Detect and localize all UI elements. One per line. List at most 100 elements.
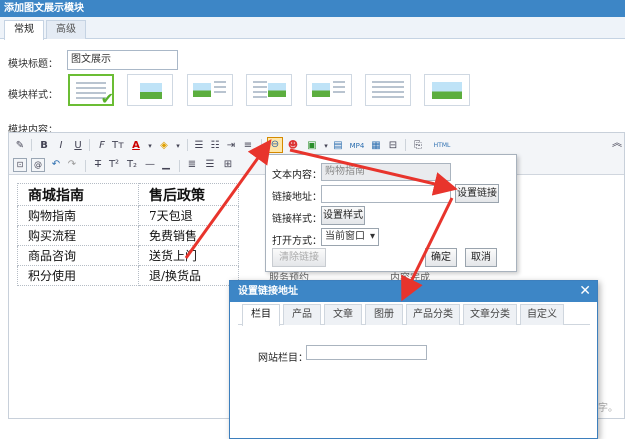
- tab-product[interactable]: 产品: [283, 304, 321, 325]
- link-icon[interactable]: ⊖: [268, 138, 282, 152]
- table-cell[interactable]: 送货上门: [138, 245, 239, 266]
- hr-icon[interactable]: ⊟: [386, 139, 400, 153]
- table-cell[interactable]: 购物指南: [17, 205, 139, 226]
- link-url-label: 链接地址：: [272, 192, 322, 203]
- line-icon[interactable]: —: [143, 158, 157, 172]
- dropdown-arrow-icon[interactable]: ▾: [171, 139, 185, 153]
- tab-advanced[interactable]: 高级: [46, 20, 86, 39]
- font-family-icon[interactable]: F: [95, 139, 109, 153]
- ok-button[interactable]: 确定: [425, 248, 457, 267]
- superscript-icon[interactable]: T²: [107, 158, 121, 172]
- landscape-icon: [312, 83, 330, 97]
- ordered-list-icon[interactable]: ☰: [192, 139, 206, 153]
- table-cell[interactable]: 退/换货品: [138, 265, 239, 286]
- align-left-icon[interactable]: ≣: [185, 158, 199, 172]
- font-color-icon[interactable]: A: [129, 139, 143, 153]
- collapse-toolbar-icon[interactable]: ︽: [610, 137, 624, 151]
- html-icon[interactable]: HTML: [433, 139, 451, 153]
- underline-icon[interactable]: U: [71, 139, 85, 153]
- remove-link-button[interactable]: 清除链接: [272, 248, 326, 267]
- set-link-dialog: 设置链接地址 ✕ 栏目 产品 文章 图册 产品分类 文章分类 自定义 网站栏目：: [229, 280, 598, 439]
- style-thumb-image-left[interactable]: [127, 74, 173, 106]
- style-thumb-lines[interactable]: ✔: [68, 74, 114, 108]
- check-icon: ✔: [100, 89, 114, 108]
- open-mode-select[interactable]: 当前窗口 ▾: [321, 228, 379, 246]
- eraser-icon[interactable]: ✎: [13, 139, 27, 153]
- justify-icon[interactable]: ≡: [241, 139, 255, 153]
- link-text-label: 文本内容：: [272, 170, 322, 181]
- tab-article[interactable]: 文章: [324, 304, 362, 325]
- dialog-title: 设置链接地址: [230, 281, 597, 302]
- table-cell[interactable]: 商品咨询: [17, 245, 139, 266]
- tab-product-category[interactable]: 产品分类: [406, 304, 460, 325]
- tab-general[interactable]: 常规: [4, 20, 44, 40]
- subscript-icon[interactable]: T₂: [125, 158, 139, 172]
- landscape-icon: [193, 83, 211, 97]
- landscape-icon: [140, 83, 162, 99]
- strikethrough-icon[interactable]: T: [91, 158, 105, 172]
- table-cell[interactable]: 积分使用: [17, 265, 139, 286]
- table-row: 商城指南 售后政策: [17, 183, 239, 206]
- dropdown-arrow-icon[interactable]: ▾: [143, 139, 157, 153]
- open-mode-label: 打开方式：: [272, 236, 322, 247]
- undo-icon[interactable]: ↶: [49, 158, 63, 172]
- site-column-select[interactable]: [306, 345, 427, 360]
- bold-icon[interactable]: B: [37, 139, 51, 153]
- tab-album[interactable]: 图册: [365, 304, 403, 325]
- select-all-icon[interactable]: @: [31, 158, 45, 172]
- media-icon[interactable]: MP4: [348, 139, 366, 153]
- thumb-lines: [214, 81, 226, 96]
- set-link-button[interactable]: 设置链接: [455, 184, 499, 203]
- thumb-lines: [333, 81, 345, 96]
- toolbar-separator: [89, 139, 90, 151]
- indent-icon[interactable]: ⇥: [224, 139, 238, 153]
- char-count-note: 字。: [598, 403, 618, 414]
- template-icon[interactable]: ⎘: [411, 139, 425, 153]
- toolbar-separator: [405, 139, 406, 151]
- close-icon[interactable]: ✕: [579, 281, 591, 302]
- style-thumb-image-left-lines[interactable]: [187, 74, 233, 106]
- thumb-lines: [372, 81, 404, 101]
- unordered-list-icon[interactable]: ☷: [208, 139, 222, 153]
- style-thumb-image-left-lines-2[interactable]: [306, 74, 352, 106]
- set-style-button[interactable]: 设置样式: [321, 206, 365, 225]
- flash-icon[interactable]: ▤: [331, 139, 345, 153]
- font-size-icon[interactable]: Tт: [111, 139, 125, 153]
- align-right-icon[interactable]: ⊞: [221, 158, 235, 172]
- module-title-label: 模块标题：: [8, 59, 58, 70]
- toolbar-separator: [31, 139, 32, 151]
- table-header-cell[interactable]: 售后政策: [138, 183, 239, 206]
- style-thumb-image-top-lines[interactable]: [365, 74, 411, 106]
- toolbar-separator: [261, 139, 262, 151]
- table-icon[interactable]: ▦: [369, 139, 383, 153]
- table-row: 购买流程 免费销售: [17, 225, 239, 246]
- landscape-icon: [268, 83, 286, 97]
- highlight-icon[interactable]: ◈: [157, 139, 171, 153]
- table-row: 积分使用 退/换货品: [17, 265, 239, 286]
- table-header-cell[interactable]: 商城指南: [17, 183, 139, 206]
- fullscreen-icon[interactable]: ⊡: [13, 158, 27, 172]
- table-cell[interactable]: 免费销售: [138, 225, 239, 246]
- image-icon[interactable]: ▣: [305, 139, 319, 153]
- emoticon-icon[interactable]: ☻: [286, 139, 300, 153]
- link-url-input[interactable]: [321, 185, 451, 203]
- table-cell[interactable]: 购买流程: [17, 225, 139, 246]
- align-center-icon[interactable]: ☰: [203, 158, 217, 172]
- dialog-tab-bar: 栏目 产品 文章 图册 产品分类 文章分类 自定义: [238, 303, 590, 326]
- style-thumb-image-wide[interactable]: [424, 74, 470, 106]
- tab-column[interactable]: 栏目: [242, 304, 280, 326]
- redo-icon[interactable]: ↷: [65, 158, 79, 172]
- italic-icon[interactable]: I: [54, 139, 68, 153]
- dash-icon[interactable]: ▁: [159, 158, 173, 172]
- module-title-input[interactable]: 图文展示: [67, 50, 178, 70]
- table-cell[interactable]: 7天包退: [138, 205, 239, 226]
- tab-article-category[interactable]: 文章分类: [463, 304, 517, 325]
- chevron-down-icon: ▾: [369, 231, 375, 242]
- thumb-lines: [253, 81, 267, 101]
- content-table[interactable]: 商城指南 售后政策 购物指南 7天包退 购买流程 免费销售 商品咨询 送货上门 …: [17, 183, 239, 286]
- cancel-button[interactable]: 取消: [465, 248, 497, 267]
- tab-custom[interactable]: 自定义: [520, 304, 564, 325]
- toolbar-separator: [179, 160, 180, 172]
- link-text-field[interactable]: 购物指南: [321, 163, 451, 181]
- style-thumb-image-right-lines[interactable]: [246, 74, 292, 106]
